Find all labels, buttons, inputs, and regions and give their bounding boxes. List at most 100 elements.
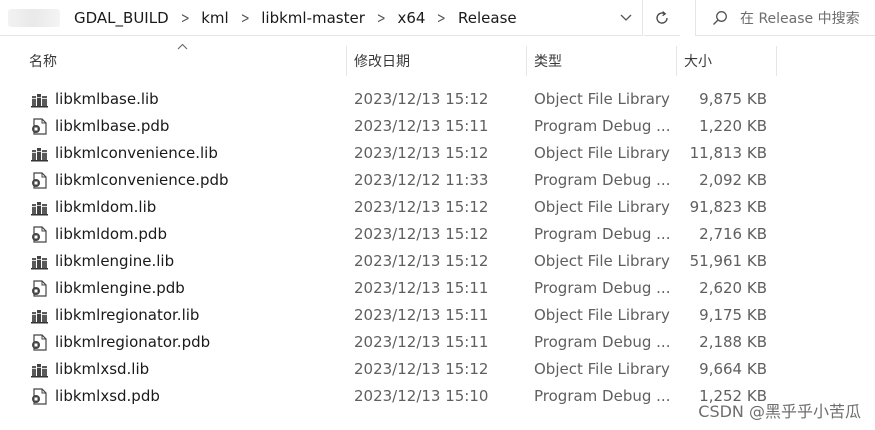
lib-file-icon <box>31 364 48 378</box>
file-row[interactable]: libkmlbase.pdb 2023/12/13 15:11 Program … <box>0 113 875 140</box>
file-name: libkmlxsd.lib <box>55 360 150 378</box>
breadcrumb-release[interactable]: Release <box>458 9 517 27</box>
chevron-down-icon <box>620 14 632 21</box>
file-row[interactable]: libkmldom.pdb 2023/12/13 15:12 Program D… <box>0 221 875 248</box>
file-type: Program Debug ... <box>534 225 671 243</box>
file-date: 2023/12/13 15:12 <box>354 198 489 216</box>
file-name: libkmlconvenience.lib <box>55 144 218 162</box>
file-date: 2023/12/13 15:11 <box>354 117 489 135</box>
column-header-type[interactable]: 类型 <box>534 44 562 78</box>
file-size: 11,813 KB <box>689 144 767 162</box>
refresh-button[interactable] <box>644 0 680 36</box>
file-name: libkmlbase.pdb <box>55 117 170 135</box>
column-divider[interactable] <box>346 46 347 76</box>
file-row[interactable]: libkmlxsd.lib 2023/12/13 15:12 Object Fi… <box>0 356 875 383</box>
column-header-size[interactable]: 大小 <box>684 44 712 78</box>
file-name: libkmlregionator.pdb <box>55 333 211 351</box>
file-date: 2023/12/13 15:11 <box>354 333 489 351</box>
blurred-path-segment <box>8 8 60 27</box>
file-row[interactable]: libkmlconvenience.pdb 2023/12/12 11:33 P… <box>0 167 875 194</box>
pdb-file-icon <box>32 172 47 189</box>
file-row[interactable]: libkmlengine.pdb 2023/12/13 15:11 Progra… <box>0 275 875 302</box>
file-name: libkmldom.lib <box>55 198 157 216</box>
breadcrumb-gdal-build[interactable]: GDAL_BUILD <box>74 9 169 27</box>
file-type: Object File Library <box>534 198 670 216</box>
file-date: 2023/12/13 15:12 <box>354 252 489 270</box>
file-date: 2023/12/13 15:10 <box>354 387 489 405</box>
file-name: libkmlregionator.lib <box>55 306 200 324</box>
file-size: 1,220 KB <box>699 117 767 135</box>
file-list: libkmlbase.lib 2023/12/13 15:12 Object F… <box>0 86 875 410</box>
file-type: Program Debug ... <box>534 171 671 189</box>
lib-file-icon <box>31 202 48 216</box>
file-date: 2023/12/13 15:11 <box>354 306 489 324</box>
file-size: 9,664 KB <box>699 360 767 378</box>
column-divider[interactable] <box>676 46 677 76</box>
breadcrumb-x64[interactable]: x64 <box>397 9 425 27</box>
column-header-row: 名称 修改日期 类型 大小 <box>0 43 875 78</box>
file-type: Program Debug ... <box>534 387 671 405</box>
file-name: libkmlconvenience.pdb <box>55 171 229 189</box>
sort-ascending-icon <box>177 43 188 50</box>
file-row[interactable]: libkmlbase.lib 2023/12/13 15:12 Object F… <box>0 86 875 113</box>
file-row[interactable]: libkmldom.lib 2023/12/13 15:12 Object Fi… <box>0 194 875 221</box>
watermark: CSDN @黑乎乎小苦瓜 <box>698 402 861 421</box>
file-type: Program Debug ... <box>534 333 671 351</box>
file-name: libkmldom.pdb <box>55 225 167 243</box>
file-size: 91,823 KB <box>689 198 767 216</box>
lib-file-icon <box>31 94 48 108</box>
file-type: Object File Library <box>534 306 670 324</box>
pdb-file-icon <box>32 334 47 351</box>
file-name: libkmlbase.lib <box>55 90 159 108</box>
column-divider[interactable] <box>776 46 777 76</box>
file-row[interactable]: libkmlconvenience.lib 2023/12/13 15:12 O… <box>0 140 875 167</box>
file-name: libkmlxsd.pdb <box>55 387 160 405</box>
file-date: 2023/12/13 15:12 <box>354 90 489 108</box>
address-bar[interactable]: GDAL_BUILD > kml > libkml-master > x64 >… <box>0 0 643 36</box>
search-box[interactable]: 在 Release 中搜索 <box>695 0 875 36</box>
column-header-date[interactable]: 修改日期 <box>354 44 410 78</box>
file-date: 2023/12/13 15:12 <box>354 360 489 378</box>
column-header-name[interactable]: 名称 <box>29 44 57 78</box>
file-type: Object File Library <box>534 144 670 162</box>
file-size: 51,961 KB <box>689 252 767 270</box>
refresh-icon <box>656 10 668 24</box>
file-name: libkmlengine.pdb <box>55 279 185 297</box>
lib-file-icon <box>31 148 48 162</box>
breadcrumb-kml[interactable]: kml <box>201 9 228 27</box>
file-type: Program Debug ... <box>534 279 671 297</box>
file-size: 9,875 KB <box>699 90 767 108</box>
file-date: 2023/12/13 15:11 <box>354 279 489 297</box>
file-size: 2,188 KB <box>699 333 767 351</box>
file-row[interactable]: libkmlregionator.pdb 2023/12/13 15:11 Pr… <box>0 329 875 356</box>
column-divider[interactable] <box>526 46 527 76</box>
chevron-right-icon[interactable]: > <box>437 9 446 27</box>
lib-file-icon <box>31 310 48 324</box>
pdb-file-icon <box>32 226 47 243</box>
chevron-right-icon[interactable]: > <box>377 9 386 27</box>
file-size: 2,716 KB <box>699 225 767 243</box>
file-date: 2023/12/13 15:12 <box>354 144 489 162</box>
search-icon <box>713 10 727 25</box>
lib-file-icon <box>31 256 48 270</box>
file-date: 2023/12/12 11:33 <box>354 171 489 189</box>
file-type: Object File Library <box>534 90 670 108</box>
file-type: Object File Library <box>534 252 670 270</box>
chevron-right-icon[interactable]: > <box>241 9 250 27</box>
file-type: Program Debug ... <box>534 117 671 135</box>
file-name: libkmlengine.lib <box>55 252 175 270</box>
file-row[interactable]: libkmlregionator.lib 2023/12/13 15:11 Ob… <box>0 302 875 329</box>
file-size: 2,092 KB <box>699 171 767 189</box>
breadcrumb-libkml-master[interactable]: libkml-master <box>261 9 365 27</box>
pdb-file-icon <box>32 280 47 297</box>
file-size: 9,175 KB <box>699 306 767 324</box>
pdb-file-icon <box>32 118 47 135</box>
file-row[interactable]: libkmlengine.lib 2023/12/13 15:12 Object… <box>0 248 875 275</box>
address-history-dropdown[interactable] <box>610 0 642 36</box>
chevron-right-icon[interactable]: > <box>181 9 190 27</box>
file-date: 2023/12/13 15:12 <box>354 225 489 243</box>
file-size: 2,620 KB <box>699 279 767 297</box>
search-placeholder: 在 Release 中搜索 <box>740 10 860 27</box>
pdb-file-icon <box>32 388 47 405</box>
file-type: Object File Library <box>534 360 670 378</box>
